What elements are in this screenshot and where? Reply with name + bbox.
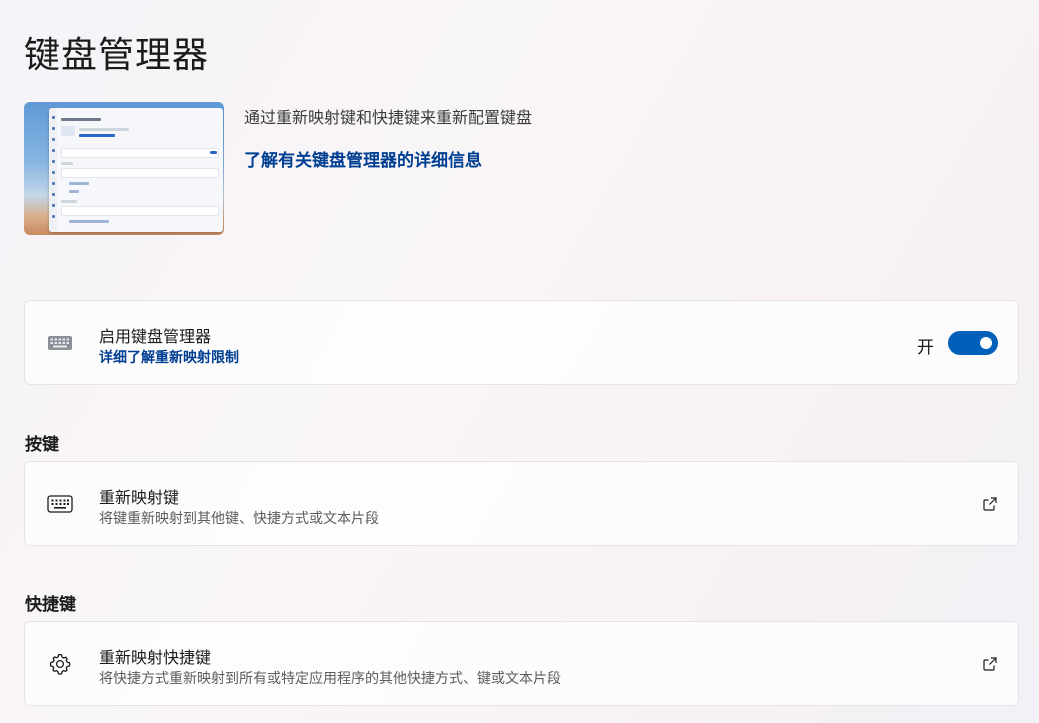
keyboard-outline-icon	[47, 492, 73, 516]
shortcuts-section-header: 快捷键	[25, 595, 76, 615]
enable-toggle[interactable]	[948, 331, 998, 355]
gear-icon	[47, 652, 73, 676]
hero-screenshot-thumbnail	[49, 108, 223, 232]
remap-shortcuts-title: 重新映射快捷键	[99, 648, 212, 667]
external-link-icon[interactable]	[982, 656, 998, 672]
keys-section-header: 按键	[25, 435, 59, 455]
enable-title: 启用键盘管理器	[99, 327, 212, 346]
enable-keyboard-manager-card: 启用键盘管理器 详细了解重新映射限制 开	[24, 300, 1019, 385]
page-title: 键盘管理器	[24, 35, 210, 76]
external-link-icon[interactable]	[982, 496, 998, 512]
remap-keys-card[interactable]: 重新映射键 将键重新映射到其他键、快捷方式或文本片段	[24, 461, 1019, 546]
remap-keys-description: 将键重新映射到其他键、快捷方式或文本片段	[99, 511, 379, 527]
keyboard-icon	[47, 331, 73, 355]
remap-keys-title: 重新映射键	[99, 488, 180, 507]
remap-shortcuts-description: 将快捷方式重新映射到所有或特定应用程序的其他快捷方式、键或文本片段	[99, 671, 561, 687]
learn-more-link[interactable]: 了解有关键盘管理器的详细信息	[244, 146, 482, 171]
hero-image	[24, 102, 224, 235]
remap-limits-link[interactable]: 详细了解重新映射限制	[99, 347, 239, 367]
toggle-knob	[980, 337, 992, 349]
toggle-state-label: 开	[917, 338, 934, 358]
remap-shortcuts-card[interactable]: 重新映射快捷键 将快捷方式重新映射到所有或特定应用程序的其他快捷方式、键或文本片…	[24, 621, 1019, 706]
hero-description: 通过重新映射键和快捷键来重新配置键盘	[244, 108, 533, 127]
